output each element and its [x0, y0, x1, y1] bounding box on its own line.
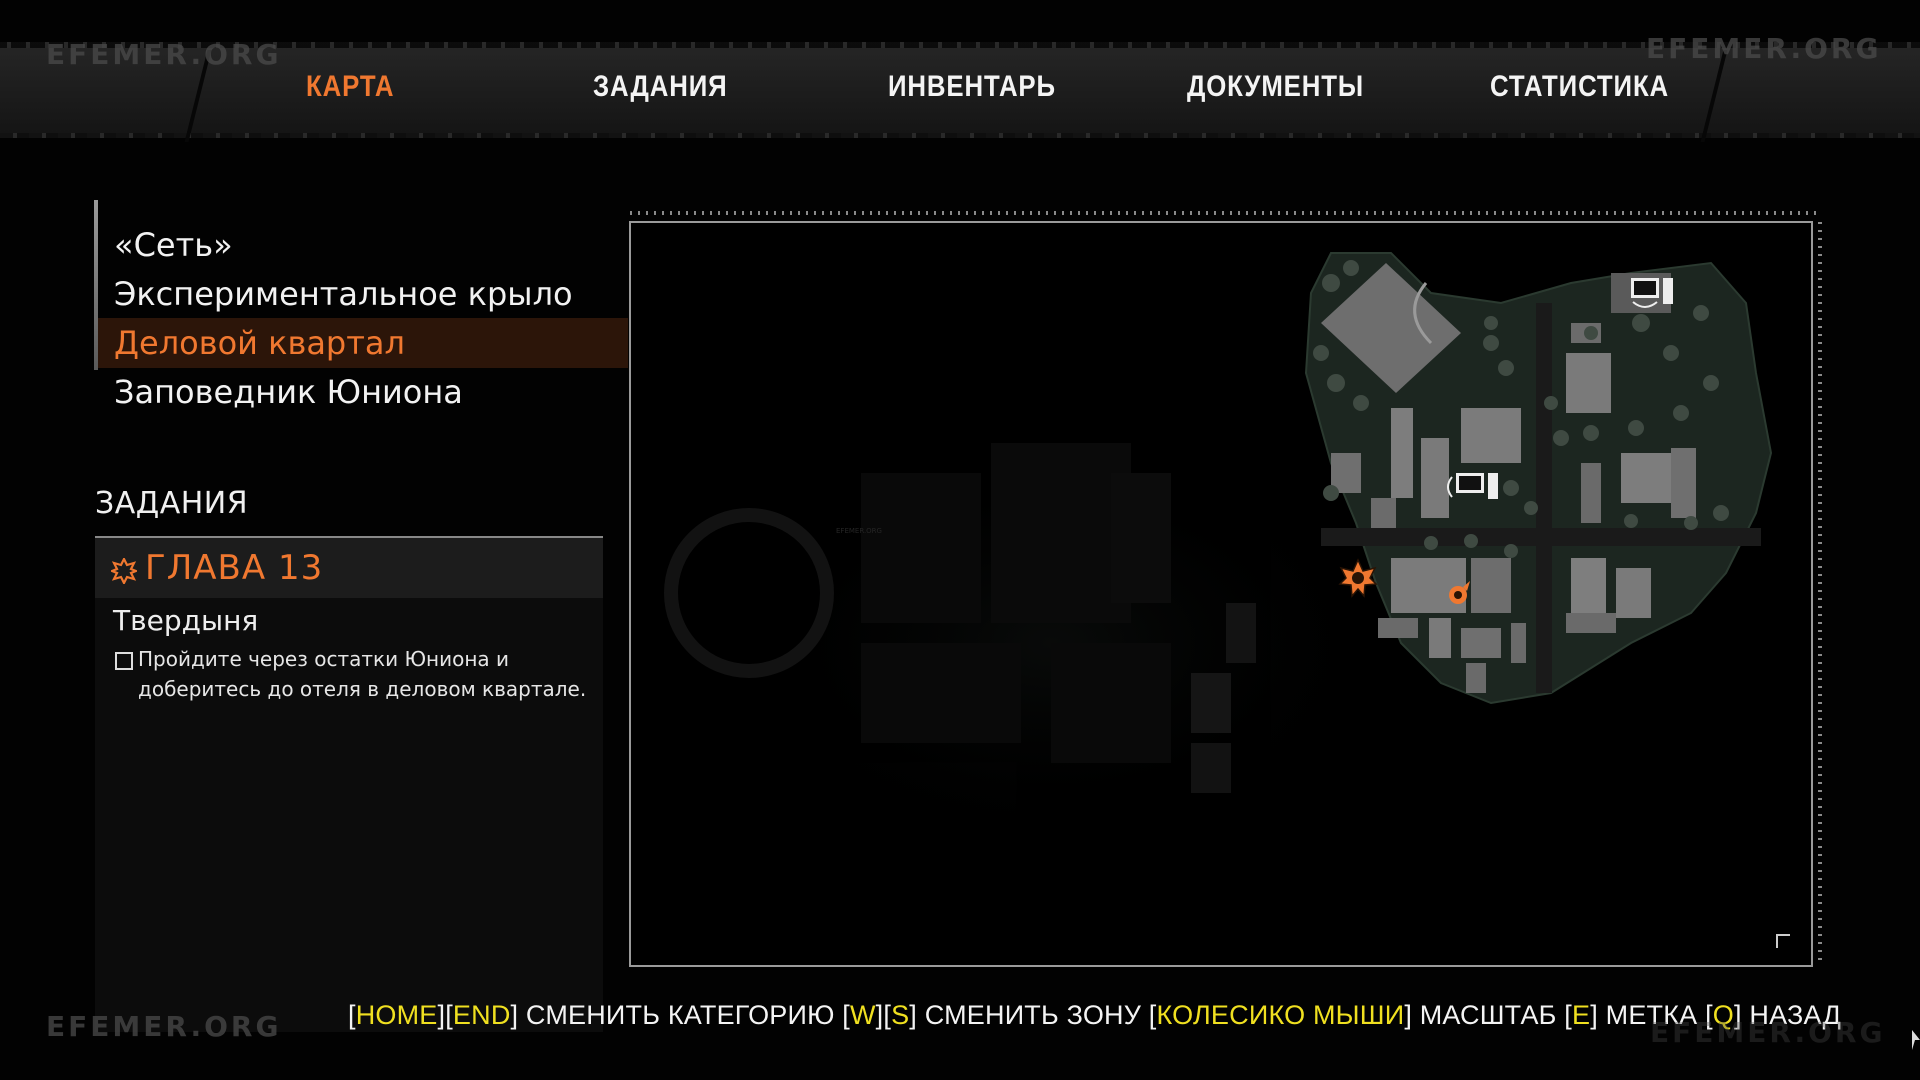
hint-key-e[interactable]: E [1572, 1000, 1590, 1030]
control-hints: [HOME][END] СМЕНИТЬ КАТЕГОРИЮ [W][S] СМЕ… [348, 1000, 1842, 1030]
hint-key-end[interactable]: END [453, 1000, 511, 1030]
quests-section-title: ЗАДАНИЯ [95, 486, 249, 521]
map-watermark: EFEMER.ORG [836, 527, 882, 535]
zone-item-experimental-wing[interactable]: Экспериментальное крыло [98, 269, 628, 319]
tab-map[interactable]: КАРТА [306, 70, 394, 104]
pause-menu-screen: EFEMER.ORG EFEMER.ORG КАРТА ЗАДАНИЯ ИНВЕ… [0, 0, 1920, 1080]
zone-item-business-district[interactable]: Деловой квартал [98, 318, 628, 368]
tab-quests[interactable]: ЗАДАНИЯ [593, 70, 728, 104]
watermark-text: EFEMER.ORG [1650, 1016, 1886, 1049]
map-frame-ruler [1818, 222, 1822, 966]
tab-statistics[interactable]: СТАТИСТИКА [1490, 70, 1669, 104]
objective-text: Пройдите через остатки Юниона и доберите… [138, 647, 587, 701]
hint-change-zone: СМЕНИТЬ ЗОНУ [917, 1000, 1149, 1030]
tab-strip: КАРТА ЗАДАНИЯ ИНВЕНТАРЬ ДОКУМЕНТЫ СТАТИС… [0, 42, 1920, 138]
map-viewport[interactable]: EFEMER.ORG [629, 221, 1813, 967]
objective-checkbox[interactable] [115, 652, 133, 670]
map-graphic: EFEMER.ORG [664, 252, 1773, 863]
chapter-objective-icon [111, 558, 137, 584]
quest-name: Твердыня [113, 604, 259, 637]
mouse-cursor-icon [1912, 1030, 1920, 1050]
hint-key-s[interactable]: S [891, 1000, 909, 1030]
chapter-title: ГЛАВА 13 [145, 548, 324, 588]
hint-key-home[interactable]: HOME [356, 1000, 438, 1030]
hint-key-w[interactable]: W [850, 1000, 876, 1030]
quest-panel: ГЛАВА 13 Твердыня Пройдите через остатки… [95, 536, 603, 1032]
map-zoom-corner-icon [1776, 934, 1790, 948]
hint-key-mouse-wheel[interactable]: КОЛЕСИКО МЫШИ [1156, 1000, 1404, 1030]
zone-item-network[interactable]: «Сеть» [98, 220, 628, 270]
hint-zoom: МАСШТАБ [1412, 1000, 1565, 1030]
quest-header[interactable]: ГЛАВА 13 [95, 538, 603, 598]
unexplored-map-area: EFEMER.ORG [664, 423, 1411, 863]
watermark-text: EFEMER.ORG [46, 1010, 282, 1043]
zone-item-union-reserve[interactable]: Заповедник Юниона [98, 367, 628, 417]
tab-documents[interactable]: ДОКУМЕНТЫ [1187, 70, 1364, 104]
tab-inventory[interactable]: ИНВЕНТАРЬ [888, 70, 1056, 104]
map-frame-ruler [630, 211, 1820, 215]
hint-change-category: СМЕНИТЬ КАТЕГОРИЮ [518, 1000, 843, 1030]
